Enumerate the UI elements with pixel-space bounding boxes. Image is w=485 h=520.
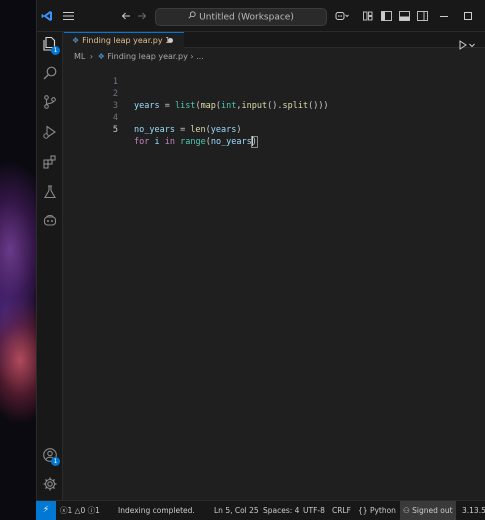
explorer-badge: 1 [51,46,60,55]
search-icon[interactable] [40,63,60,83]
manage-gear-icon[interactable] [40,474,60,494]
indentation[interactable]: Spaces: 4 [263,501,299,520]
breadcrumb-tail[interactable]: › ... [190,52,203,61]
toggle-panel-icon[interactable] [399,0,410,33]
back-arrow-icon[interactable] [121,0,131,33]
code-line: 4 no_years = len(years) [64,100,485,135]
run-debug-icon[interactable] [40,122,60,142]
error-icon: ⓧ [60,506,68,515]
code-text: for i in range(no_years) [134,136,258,148]
token: = [174,125,191,135]
tab-finding-leap-year[interactable]: ❖ Finding leap year.py 1 [64,32,184,48]
end-of-line[interactable]: CRLF [332,501,351,520]
code-line: 3 [64,88,485,111]
minimize-icon[interactable] [439,0,449,33]
toggle-secondary-sidebar-icon[interactable] [417,0,428,33]
line-number: 5 [112,125,118,135]
maximize-icon[interactable] [463,0,473,33]
python-file-icon: ❖ [97,52,105,61]
language-label: Python [369,506,396,515]
error-count: 1 [67,506,73,515]
breadcrumb-file[interactable]: Finding leap year.py [107,52,187,61]
breadcrumb-separator: › [89,52,94,61]
testing-icon[interactable] [40,182,60,202]
vscode-logo-icon [41,0,53,34]
python-version[interactable]: 3.13.5 [462,501,485,520]
extensions-icon[interactable] [40,152,60,172]
source-control-icon[interactable] [40,92,60,112]
vscode-window: Untitled (Workspace) 1 1 ❖ Finding leap … [36,0,485,520]
title-bar: Untitled (Workspace) [37,0,485,32]
search-text: Untitled (Workspace) [199,12,294,23]
toggle-primary-sidebar-icon[interactable] [381,0,392,33]
editor-tab-bar: ❖ Finding leap year.py 1 [64,32,485,50]
breadcrumb-root[interactable]: ML [74,52,85,61]
text-cursor-icon [252,136,256,146]
python-file-icon: ❖ [72,36,80,45]
activity-bar: 1 1 [37,32,63,500]
status-bar: ⚡ ⓧ1 △0 ⓘ1 Indexing completed. Ln 5, Col… [36,500,485,520]
unsaved-dot-icon[interactable] [168,38,173,43]
accounts-icon[interactable]: 1 [40,445,60,466]
code-editor[interactable]: 1 2 years = list(map(int,input().split()… [64,62,485,500]
customize-layout-icon[interactable] [363,0,373,33]
token: len [190,125,206,135]
token: ) [236,125,242,135]
search-icon [188,9,196,25]
token: no_years [134,125,175,135]
account-status[interactable]: ⚇ Signed out [400,501,456,520]
language-mode[interactable]: {} Python [358,501,396,520]
info-icon: ⓘ [87,506,96,515]
menu-icon[interactable] [63,0,75,33]
explorer-icon[interactable]: 1 [40,34,60,55]
desktop-wallpaper [0,0,36,520]
accounts-badge: 1 [51,457,60,466]
command-center-search[interactable]: Untitled (Workspace) [155,8,327,26]
signed-out-label: Signed out [412,506,453,515]
token: years [210,125,237,135]
problems-summary[interactable]: ⓧ1 △0 ⓘ1 [60,501,100,520]
indexing-status[interactable]: Indexing completed. [118,501,195,520]
token: range [180,137,206,147]
code-line-active: 5 for i in range(no_years) [64,112,485,148]
token: in [164,137,175,147]
token: for [134,137,150,147]
token: no_years [210,137,252,147]
forward-arrow-icon[interactable] [137,0,147,33]
tab-label: Finding leap year.py 1 [82,36,171,45]
code-text: no_years = len(years) [134,124,242,136]
code-line: 1 [64,64,485,87]
cursor-position[interactable]: Ln 5, Col 25 [214,501,259,520]
copilot-chat-icon[interactable] [40,211,60,231]
braces-icon: {} [358,506,368,515]
person-icon: ⚇ [403,506,410,515]
code-line: 2 years = list(map(int,input().split())) [64,76,485,111]
remote-window-icon[interactable]: ⚡ [36,501,56,520]
copilot-icon[interactable] [335,0,349,33]
info-count: 1 [95,506,100,515]
warning-count: 0 [80,506,86,515]
encoding[interactable]: UTF-8 [303,501,325,520]
